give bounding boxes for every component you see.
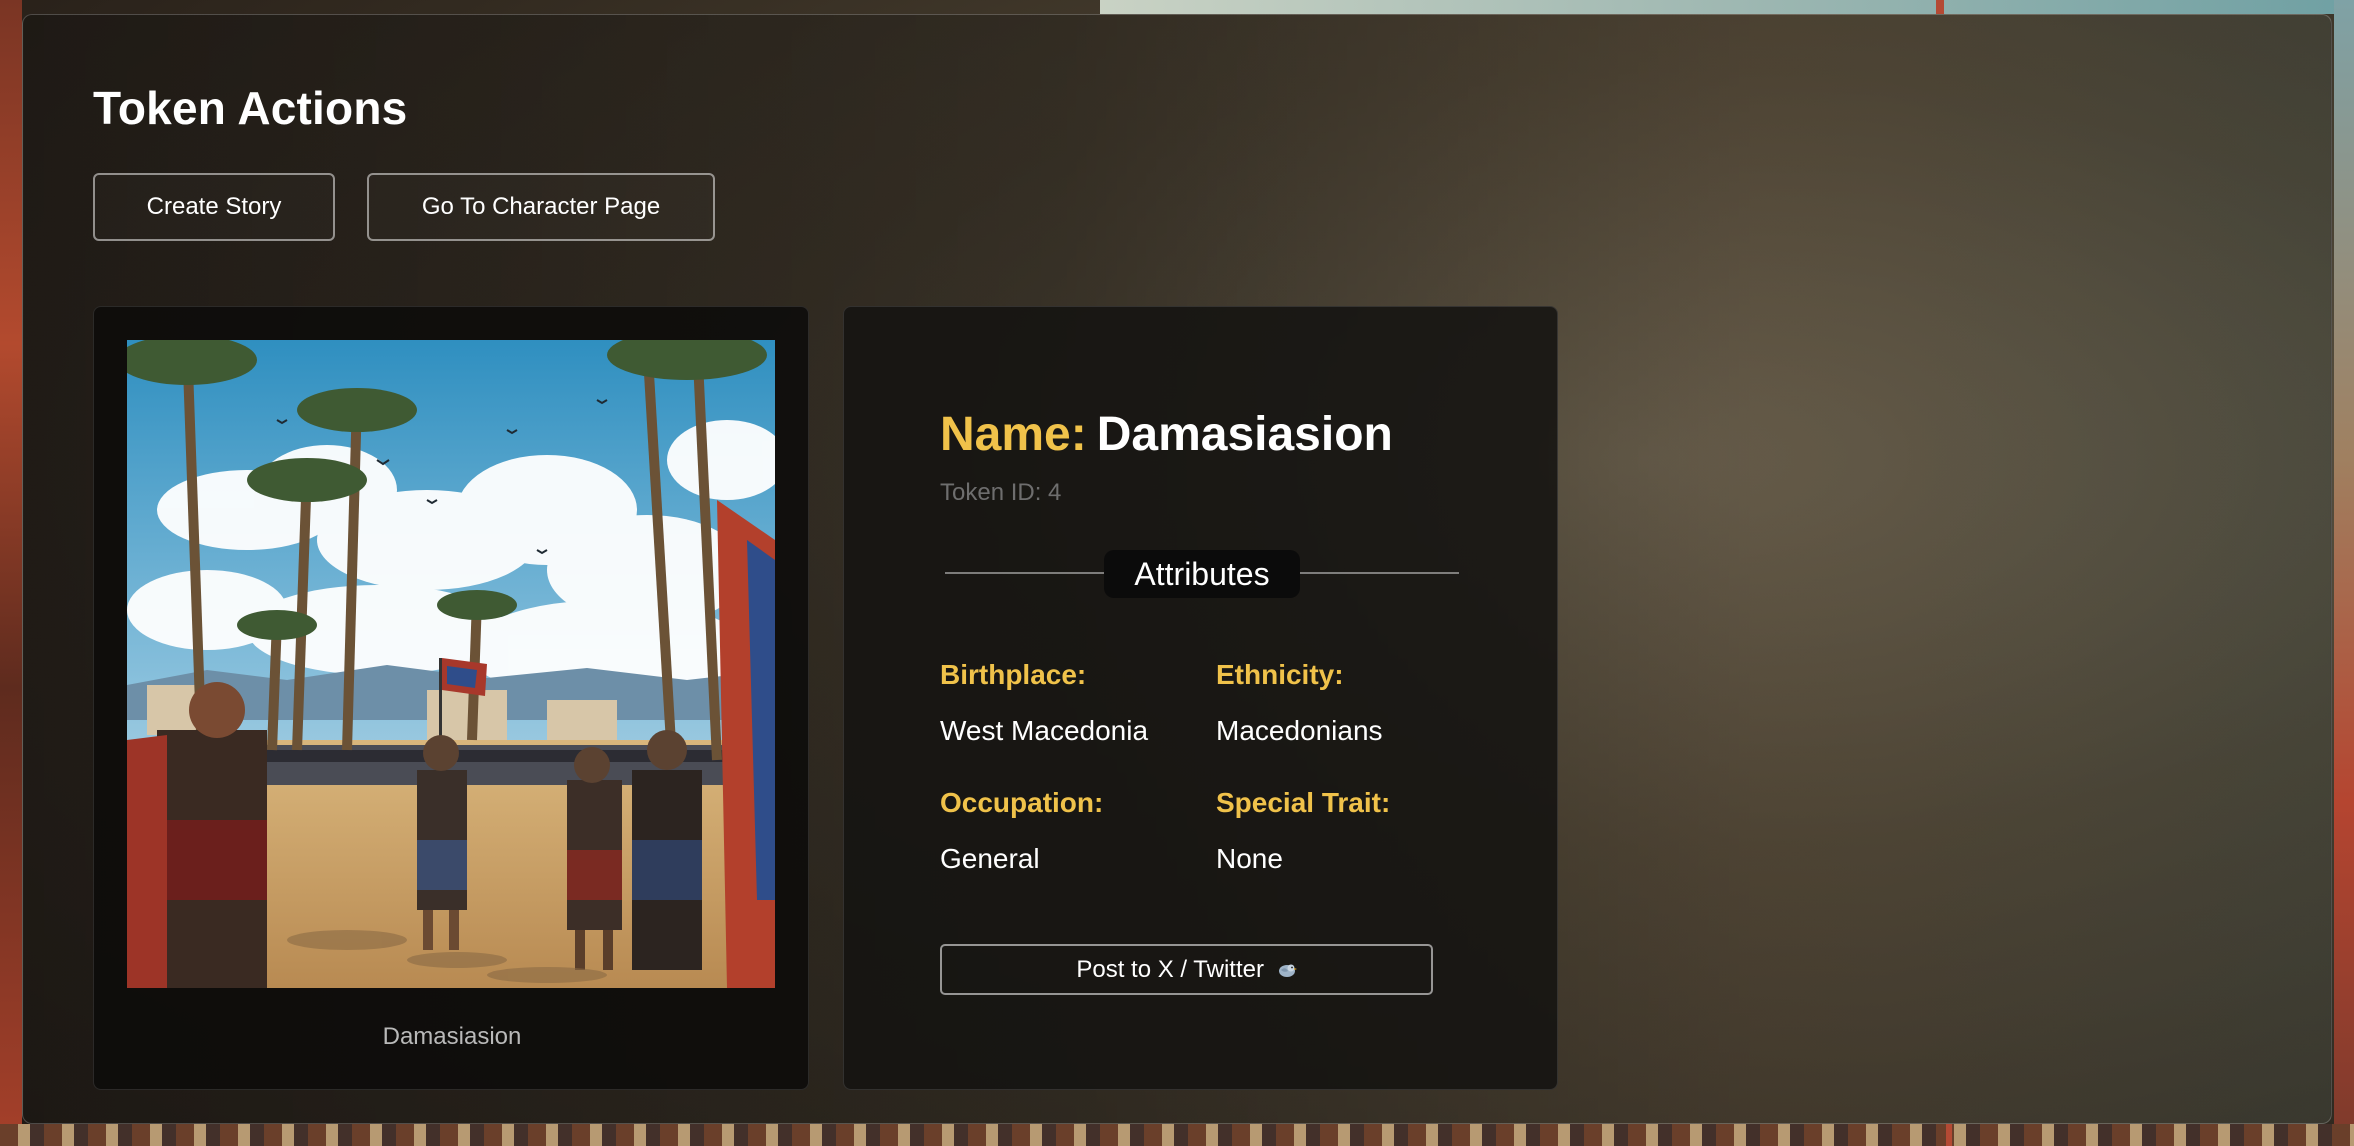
- post-to-twitter-label: Post to X / Twitter: [1076, 955, 1264, 983]
- attribute-value-occupation: General: [940, 843, 1040, 874]
- attribute-value-special-trait: None: [1216, 843, 1283, 874]
- attributes-divider-right: [1299, 572, 1459, 574]
- page-title: Token Actions: [93, 82, 408, 134]
- attributes-divider-left: [945, 572, 1105, 574]
- attribute-key-special-trait: Special Trait:: [1216, 787, 1391, 818]
- token-image-card: Damasiasion: [93, 306, 809, 1090]
- attributes-heading: Attributes: [1104, 550, 1300, 598]
- background-ground: [0, 1124, 2354, 1146]
- attribute-value-birthplace: West Macedonia: [940, 715, 1149, 746]
- character-portrait: [127, 340, 775, 988]
- attribute-key-occupation: Occupation:: [940, 787, 1104, 818]
- background-right-edge: [2334, 0, 2354, 1146]
- token-info-card: Name: Damasiasion Token ID: 4 Attributes …: [843, 306, 1558, 1090]
- background-left-edge: [0, 0, 22, 1146]
- go-to-character-page-button[interactable]: Go To Character Page: [367, 173, 715, 241]
- post-to-twitter-button[interactable]: Post to X / Twitter: [940, 944, 1433, 995]
- token-id: Token ID: 4: [940, 479, 1062, 506]
- token-actions-panel: Token Actions Create Story Go To Charact…: [22, 14, 2332, 1124]
- attribute-value-ethnicity: Macedonians: [1216, 715, 1383, 746]
- background-sky: [1100, 0, 2354, 14]
- portrait-caption: Damasiasion: [382, 1023, 522, 1050]
- attribute-key-birthplace: Birthplace:: [940, 659, 1087, 690]
- create-story-button[interactable]: Create Story: [93, 173, 335, 241]
- name-label: Name:: [940, 408, 1087, 461]
- attribute-key-ethnicity: Ethnicity:: [1216, 659, 1344, 690]
- name-value: Damasiasion: [1096, 408, 1393, 461]
- bird-icon: [1277, 957, 1297, 977]
- background-pole-base: [1946, 1124, 1952, 1146]
- character-name: Name: Damasiasion: [940, 407, 1393, 462]
- background-pole: [1936, 0, 1944, 14]
